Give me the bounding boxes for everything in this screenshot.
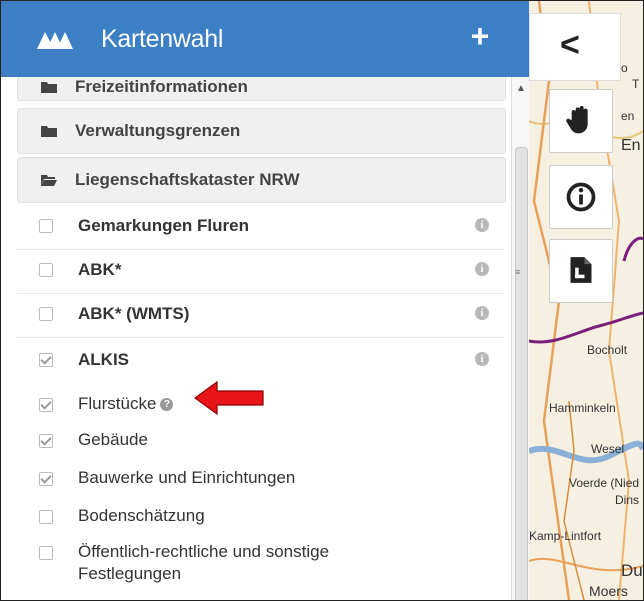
sublayer-bodenschaetzung[interactable]: Bodenschätzung (17, 505, 504, 529)
sublayer-checkbox[interactable] (39, 546, 53, 560)
sublayer-label-line2: Festlegungen (78, 564, 182, 583)
hand-icon (566, 106, 588, 134)
layer-checkbox[interactable] (39, 307, 53, 321)
layer-label: Gemarkungen Fluren (78, 216, 249, 235)
layer-label: ABK* (78, 260, 122, 279)
layer-label: ALKIS (78, 350, 129, 369)
folder-liegenschaftskataster[interactable]: Liegenschaftskataster NRW (17, 157, 506, 203)
scroll-grip-icon: ≡ (515, 267, 521, 277)
map-place-label: Voerde (Nied (569, 476, 640, 490)
sublayer-label: Bodenschätzung (78, 506, 205, 525)
chevron-left-icon: < (560, 26, 580, 64)
sublayer-bauwerke[interactable]: Bauwerke und Einrichtungen (17, 467, 504, 491)
map-place-label: T (632, 77, 640, 91)
sublayer-label: Bauwerke und Einrichtungen (78, 468, 296, 487)
map-place-label: En (621, 137, 641, 154)
sublayer-label: Flurstücke (78, 394, 157, 413)
folder-open-icon (41, 175, 57, 186)
document-icon (570, 257, 592, 283)
scroll-thumb[interactable] (515, 147, 528, 600)
sublayer-checkbox[interactable] (39, 472, 53, 486)
map-place-label: Dui (621, 561, 643, 580)
map-view[interactable]: o T en En Bocholt Hamminkeln Wesel Voerd… (529, 1, 643, 600)
app-window: Kartenwahl + Freizeitinformationen Verwa… (0, 0, 644, 601)
info-icon[interactable]: i (475, 218, 489, 232)
layer-row-gemarkungen[interactable]: Gemarkungen Fluren i (17, 205, 504, 250)
layer-row-abk-wmts[interactable]: ABK* (WMTS) i (17, 293, 504, 338)
sublayer-checkbox[interactable] (39, 398, 53, 412)
map-book-icon (37, 32, 73, 49)
map-place-label: Hamminkeln (549, 401, 616, 415)
layer-checkbox[interactable] (39, 263, 53, 277)
folder-icon (41, 126, 57, 137)
map-place-label: Kamp-Lintfort (529, 529, 602, 543)
panel-title: Kartenwahl (101, 25, 224, 53)
sublayer-festlegungen[interactable]: Öffentlich-rechtliche und sonstige Festle… (17, 541, 504, 589)
sublayer-gebaeude[interactable]: Gebäude (17, 429, 504, 453)
sublayer-checkbox[interactable] (39, 434, 53, 448)
folder-label: Verwaltungsgrenzen (75, 121, 241, 140)
red-arrow-annotation (193, 380, 264, 416)
folder-label: Liegenschaftskataster NRW (75, 170, 300, 189)
map-place-label: Dins (615, 493, 640, 507)
pan-tool-button[interactable] (549, 89, 613, 153)
layer-row-alkis[interactable]: ALKIS i (17, 339, 504, 383)
sublayer-label: Öffentlich-rechtliche und sonstige (78, 542, 330, 561)
map-place-label: Bocholt (587, 343, 628, 357)
legend-tool-button[interactable] (549, 239, 613, 303)
scroll-up-arrow-icon[interactable]: ▲ (516, 83, 526, 94)
add-layer-button[interactable]: + (467, 20, 493, 52)
help-icon[interactable]: ? (160, 398, 174, 412)
layer-list: Freizeitinformationen Verwaltungsgrenzen… (1, 77, 511, 600)
layer-checkbox[interactable] (39, 353, 53, 367)
folder-icon (41, 82, 57, 94)
info-circle-icon (566, 182, 596, 212)
layer-row-abk[interactable]: ABK* i (17, 249, 504, 294)
panel-scrollbar[interactable]: ▲ ≡ (511, 77, 530, 600)
map-place-label: o (621, 61, 628, 75)
folder-verwaltungsgrenzen[interactable]: Verwaltungsgrenzen (17, 108, 506, 154)
info-tool-button[interactable] (549, 165, 613, 229)
sublayer-label: Gebäude (78, 430, 148, 449)
layer-panel: Kartenwahl + Freizeitinformationen Verwa… (1, 1, 530, 600)
map-place-label: Moers (589, 583, 628, 599)
layer-label: ABK* (WMTS) (78, 304, 190, 323)
sublayer-checkbox[interactable] (39, 510, 53, 524)
collapse-panel-button[interactable]: < (529, 13, 621, 81)
info-icon[interactable]: i (475, 352, 489, 366)
info-icon[interactable]: i (475, 306, 489, 320)
map-place-label: Wesel (591, 442, 625, 456)
panel-header: Kartenwahl + (1, 1, 529, 77)
map-place-label: en (621, 109, 635, 123)
folder-freizeitinformationen[interactable]: Freizeitinformationen (17, 77, 506, 101)
info-icon[interactable]: i (475, 262, 489, 276)
layer-checkbox[interactable] (39, 219, 53, 233)
folder-label: Freizeitinformationen (75, 77, 248, 97)
